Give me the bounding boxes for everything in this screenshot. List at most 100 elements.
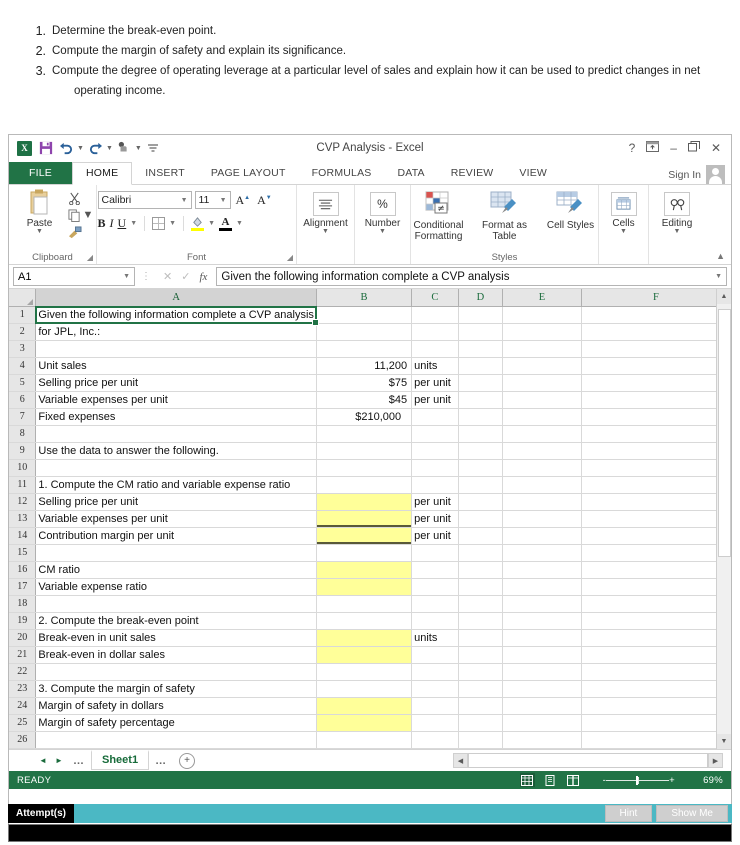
row-header[interactable]: 23 xyxy=(9,680,37,698)
column-header-b[interactable]: B xyxy=(316,289,413,307)
cell-C11[interactable] xyxy=(411,476,459,494)
cell-C7[interactable] xyxy=(411,408,459,426)
row-header[interactable]: 3 xyxy=(9,340,37,358)
row-header[interactable]: 2 xyxy=(9,323,37,341)
paste-button[interactable]: Paste ▼ xyxy=(12,187,68,235)
cell-F2[interactable] xyxy=(581,323,732,341)
collapse-ribbon-icon[interactable]: ▲ xyxy=(716,251,725,261)
name-box[interactable]: A1 ▼ xyxy=(13,267,135,286)
cell-E17[interactable] xyxy=(502,578,582,596)
cell-E24[interactable] xyxy=(502,697,582,715)
row-header[interactable]: 20 xyxy=(9,629,37,647)
restore-button[interactable] xyxy=(687,141,700,155)
cell-B15[interactable] xyxy=(316,544,413,562)
cell-A19[interactable]: 2. Compute the break-even point xyxy=(35,612,317,630)
cell-F20[interactable] xyxy=(581,629,732,647)
cell-E11[interactable] xyxy=(502,476,582,494)
insert-function-icon[interactable]: fx xyxy=(199,271,207,283)
sheet-tab-sheet1[interactable]: Sheet1 xyxy=(91,750,150,770)
fill-color-icon[interactable] xyxy=(191,216,205,231)
vertical-scrollbar[interactable]: ▲ ▼ xyxy=(716,289,731,749)
cell-D17[interactable] xyxy=(458,578,504,596)
conditional-formatting-button[interactable]: ≠ Conditional Formatting xyxy=(406,189,472,242)
enter-formula-icon[interactable]: ✓ xyxy=(181,270,190,283)
cell-B5[interactable]: $75 xyxy=(316,374,413,392)
cell-E10[interactable] xyxy=(502,459,582,477)
row-header[interactable]: 25 xyxy=(9,714,37,732)
cell-B11[interactable] xyxy=(316,476,413,494)
touch-mode-icon[interactable] xyxy=(115,139,134,158)
row-header[interactable]: 13 xyxy=(9,510,37,528)
cell-E3[interactable] xyxy=(502,340,582,358)
sheet-overflow-left-icon[interactable]: … xyxy=(67,755,91,767)
cell-D7[interactable] xyxy=(458,408,504,426)
tab-insert[interactable]: INSERT xyxy=(132,163,198,184)
alignment-dropdown-icon[interactable]: ▼ xyxy=(322,228,329,235)
row-header[interactable]: 15 xyxy=(9,544,37,562)
row-header[interactable]: 14 xyxy=(9,527,37,545)
redo-dropdown-icon[interactable]: ▼ xyxy=(106,145,113,152)
cell-B17[interactable] xyxy=(316,578,413,596)
cell-F1[interactable] xyxy=(581,306,732,324)
cell-D25[interactable] xyxy=(458,714,504,732)
row-header[interactable]: 24 xyxy=(9,697,37,715)
decrease-font-size-icon[interactable]: A▼ xyxy=(255,193,274,208)
cell-F18[interactable] xyxy=(581,595,732,613)
format-as-table-button[interactable]: Format as Table xyxy=(472,189,538,242)
cell-E13[interactable] xyxy=(502,510,582,528)
cell-C16[interactable] xyxy=(411,561,459,579)
font-color-icon[interactable]: A xyxy=(219,216,232,231)
tab-file[interactable]: FILE xyxy=(9,162,72,184)
column-header-c[interactable]: C xyxy=(411,289,459,307)
cell-B3[interactable] xyxy=(316,340,413,358)
paste-dropdown-icon[interactable]: ▼ xyxy=(36,228,43,235)
cell-D8[interactable] xyxy=(458,425,504,443)
cell-D21[interactable] xyxy=(458,646,504,664)
borders-dropdown-icon[interactable]: ▼ xyxy=(169,220,176,227)
font-color-dropdown-icon[interactable]: ▼ xyxy=(236,220,243,227)
cell-E2[interactable] xyxy=(502,323,582,341)
ribbon-group-cells[interactable]: Cells ▼ xyxy=(599,185,649,264)
cell-F26[interactable] xyxy=(581,731,732,750)
row-header[interactable]: 26 xyxy=(9,731,37,750)
select-all-corner[interactable] xyxy=(9,289,37,307)
sign-in-label[interactable]: Sign In xyxy=(668,169,701,181)
tab-formulas[interactable]: FORMULAS xyxy=(299,163,385,184)
italic-button[interactable]: I xyxy=(110,216,114,231)
cell-F13[interactable] xyxy=(581,510,732,528)
cell-A11[interactable]: 1. Compute the CM ratio and variable exp… xyxy=(35,476,317,494)
row-header[interactable]: 7 xyxy=(9,408,37,426)
cut-button[interactable] xyxy=(68,191,94,205)
cell-D4[interactable] xyxy=(458,357,504,375)
cell-B24[interactable] xyxy=(316,697,413,715)
cell-C1[interactable] xyxy=(411,306,459,324)
cell-B9[interactable] xyxy=(316,442,413,460)
cell-B13[interactable] xyxy=(316,510,413,528)
cell-D6[interactable] xyxy=(458,391,504,409)
cell-D3[interactable] xyxy=(458,340,504,358)
cell-F25[interactable] xyxy=(581,714,732,732)
cell-E9[interactable] xyxy=(502,442,582,460)
last-sheet-icon[interactable]: ► xyxy=(51,756,67,765)
cell-D24[interactable] xyxy=(458,697,504,715)
sign-in-area[interactable]: Sign In xyxy=(668,165,731,184)
cell-F22[interactable] xyxy=(581,663,732,681)
expand-formula-bar-icon[interactable]: ▼ xyxy=(715,273,722,280)
hint-button[interactable]: Hint xyxy=(604,805,653,822)
ribbon-group-number[interactable]: % Number ▼ xyxy=(355,185,411,264)
cell-B26[interactable] xyxy=(316,731,413,750)
copy-button[interactable]: ▼ xyxy=(67,208,94,222)
cell-D20[interactable] xyxy=(458,629,504,647)
cell-D11[interactable] xyxy=(458,476,504,494)
page-break-preview-icon[interactable] xyxy=(566,773,581,787)
cell-C19[interactable] xyxy=(411,612,459,630)
cell-A8[interactable] xyxy=(35,425,317,443)
cell-F6[interactable] xyxy=(581,391,732,409)
cell-F16[interactable] xyxy=(581,561,732,579)
cell-B22[interactable] xyxy=(316,663,413,681)
avatar[interactable] xyxy=(706,165,725,184)
cell-E6[interactable] xyxy=(502,391,582,409)
cell-B23[interactable] xyxy=(316,680,413,698)
cell-E4[interactable] xyxy=(502,357,582,375)
zoom-level[interactable]: 69% xyxy=(695,775,723,786)
